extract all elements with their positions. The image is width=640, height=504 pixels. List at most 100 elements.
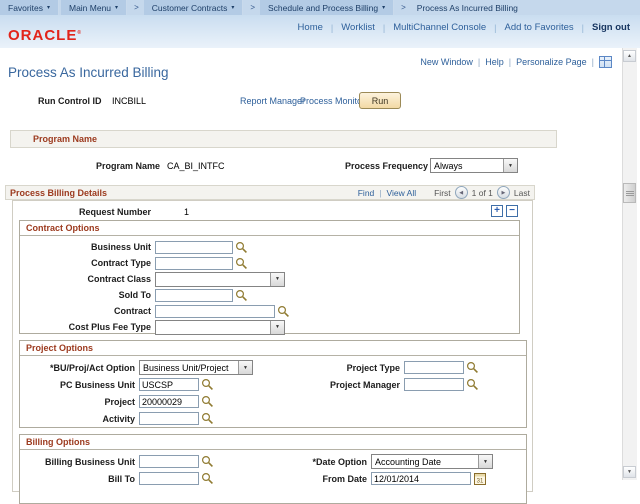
lookup-icon[interactable] xyxy=(201,395,214,408)
separator: | xyxy=(478,57,480,67)
project-input[interactable] xyxy=(139,395,199,408)
breadcrumb-label: Favorites xyxy=(8,3,43,13)
add-row-button[interactable]: + xyxy=(491,205,503,217)
page-action-bar: New Window | Help | Personalize Page | xyxy=(420,56,612,68)
lookup-icon[interactable] xyxy=(277,305,290,318)
breadcrumb-separator-icon: > xyxy=(250,3,255,12)
worklist-link[interactable]: Worklist xyxy=(341,22,375,33)
process-frequency-select[interactable]: Always ▼ xyxy=(430,158,518,173)
lookup-icon[interactable] xyxy=(235,289,248,302)
date-option-select[interactable]: Accounting Date ▼ xyxy=(371,454,493,469)
contract-options-groupbox: Contract Options Business Unit Contract … xyxy=(19,220,520,334)
project-options-title: Project Options xyxy=(20,341,526,356)
field-row: Cost Plus Fee Type ▼ xyxy=(20,319,519,335)
next-row-icon[interactable]: ▶ xyxy=(497,186,510,199)
activity-input[interactable] xyxy=(139,412,199,425)
scroll-up-icon[interactable]: ▲ xyxy=(623,50,636,62)
find-link[interactable]: Find xyxy=(358,188,375,198)
lookup-icon[interactable] xyxy=(466,361,479,374)
registered-mark: ® xyxy=(77,30,82,36)
business-unit-label: Business Unit xyxy=(20,242,151,252)
right-field: *Date Option Accounting Date ▼ xyxy=(180,453,493,470)
process-monitor-link[interactable]: Process Monitor xyxy=(300,96,365,106)
multichannel-console-link[interactable]: MultiChannel Console xyxy=(393,22,486,33)
project-options-groupbox: Project Options *BU/Proj/Act Option Busi… xyxy=(19,340,527,428)
field-row: Contract Class ▼ xyxy=(20,271,519,287)
from-date-input[interactable] xyxy=(371,472,471,485)
contract-options-title: Contract Options xyxy=(20,221,519,236)
separator: | xyxy=(331,23,333,33)
run-button[interactable]: Run xyxy=(359,92,401,109)
section-title: Process Billing Details xyxy=(10,188,107,198)
oracle-logo: ORACLE® xyxy=(8,27,82,44)
breadcrumb-item-main-menu[interactable]: Main Menu ▾ xyxy=(61,0,127,15)
breadcrumb-item-customer-contracts[interactable]: Customer Contracts ▾ xyxy=(144,0,244,15)
contract-input[interactable] xyxy=(155,305,275,318)
sign-out-link[interactable]: Sign out xyxy=(592,22,630,33)
separator: | xyxy=(509,57,511,67)
calendar-icon[interactable]: 31 xyxy=(474,472,486,485)
breadcrumb-item-schedule-and-process-billing[interactable]: Schedule and Process Billing ▾ xyxy=(260,0,394,15)
breadcrumb-label: Schedule and Process Billing xyxy=(268,3,378,13)
billing-business-unit-label: Billing Business Unit xyxy=(20,457,135,467)
project-manager-input[interactable] xyxy=(404,378,464,391)
billing-options-title: Billing Options xyxy=(20,435,526,450)
billing-options-groupbox: Billing Options Billing Business Unit *D… xyxy=(19,434,527,504)
project-type-label: Project Type xyxy=(206,363,400,373)
scrollbar-thumb[interactable] xyxy=(623,183,636,203)
lookup-icon[interactable] xyxy=(201,412,214,425)
field-row: Activity xyxy=(20,410,526,427)
grid-navigation: Find | View All First ◀ 1 of 1 ▶ Last xyxy=(358,186,530,199)
header-links: Home | Worklist | MultiChannel Console |… xyxy=(298,22,630,33)
billing-details-scroll-area: Request Number 1 + − Contract Options Bu… xyxy=(12,200,533,492)
field-row: Contract Type xyxy=(20,255,519,271)
run-control-id-label: Run Control ID xyxy=(38,96,102,106)
lookup-icon[interactable] xyxy=(235,241,248,254)
personalize-layout-icon[interactable] xyxy=(599,56,612,68)
dropdown-arrow-icon: ▾ xyxy=(382,4,385,11)
add-to-favorites-link[interactable]: Add to Favorites xyxy=(504,22,573,33)
delete-row-button[interactable]: − xyxy=(506,205,518,217)
dropdown-arrow-icon: ▼ xyxy=(478,455,492,468)
contract-class-select[interactable]: ▼ xyxy=(155,272,285,287)
view-all-link[interactable]: View All xyxy=(387,188,417,198)
field-row: PC Business Unit Project Manager xyxy=(20,376,526,393)
pc-business-unit-input[interactable] xyxy=(139,378,199,391)
lookup-icon[interactable] xyxy=(466,378,479,391)
right-field: Project Type xyxy=(206,359,479,376)
home-link[interactable]: Home xyxy=(298,22,323,33)
lookup-icon[interactable] xyxy=(235,257,248,270)
previous-row-icon[interactable]: ◀ xyxy=(455,186,468,199)
personalize-page-link[interactable]: Personalize Page xyxy=(516,57,587,67)
right-field: Project Manager xyxy=(206,376,479,393)
contract-label: Contract xyxy=(20,306,151,316)
contract-type-label: Contract Type xyxy=(20,258,151,268)
new-window-link[interactable]: New Window xyxy=(420,57,473,67)
selected-value: Always xyxy=(431,161,503,171)
dropdown-arrow-icon: ▾ xyxy=(115,4,118,11)
business-unit-input[interactable] xyxy=(155,241,233,254)
program-name-label: Program Name xyxy=(10,161,160,171)
sold-to-input[interactable] xyxy=(155,289,233,302)
process-frequency-label: Process Frequency xyxy=(280,161,428,171)
report-manager-link[interactable]: Report Manager xyxy=(240,96,305,106)
project-type-input[interactable] xyxy=(404,361,464,374)
scroll-down-icon[interactable]: ▼ xyxy=(623,466,636,478)
date-option-label: *Date Option xyxy=(180,457,367,467)
project-label: Project xyxy=(20,397,135,407)
separator: | xyxy=(494,23,496,33)
row-action-buttons: + − xyxy=(491,205,518,217)
breadcrumb-item-favorites[interactable]: Favorites ▾ xyxy=(0,0,59,15)
cost-plus-fee-type-select[interactable]: ▼ xyxy=(155,320,285,335)
breadcrumb: Favorites ▾ Main Menu ▾ > Customer Contr… xyxy=(0,0,640,16)
dropdown-arrow-icon: ▼ xyxy=(270,321,284,334)
contract-type-input[interactable] xyxy=(155,257,233,270)
vertical-scrollbar[interactable] xyxy=(622,48,637,480)
separator: | xyxy=(592,57,594,67)
breadcrumb-label: Main Menu xyxy=(69,3,111,13)
sold-to-label: Sold To xyxy=(20,290,151,300)
breadcrumb-item-current-page: Process As Incurred Billing xyxy=(411,3,524,13)
section-title: Program Name xyxy=(33,134,97,144)
help-link[interactable]: Help xyxy=(485,57,504,67)
process-as-incurred-billing-page: { "colors": { "brand_red": "#e2231a", "l… xyxy=(0,0,640,480)
